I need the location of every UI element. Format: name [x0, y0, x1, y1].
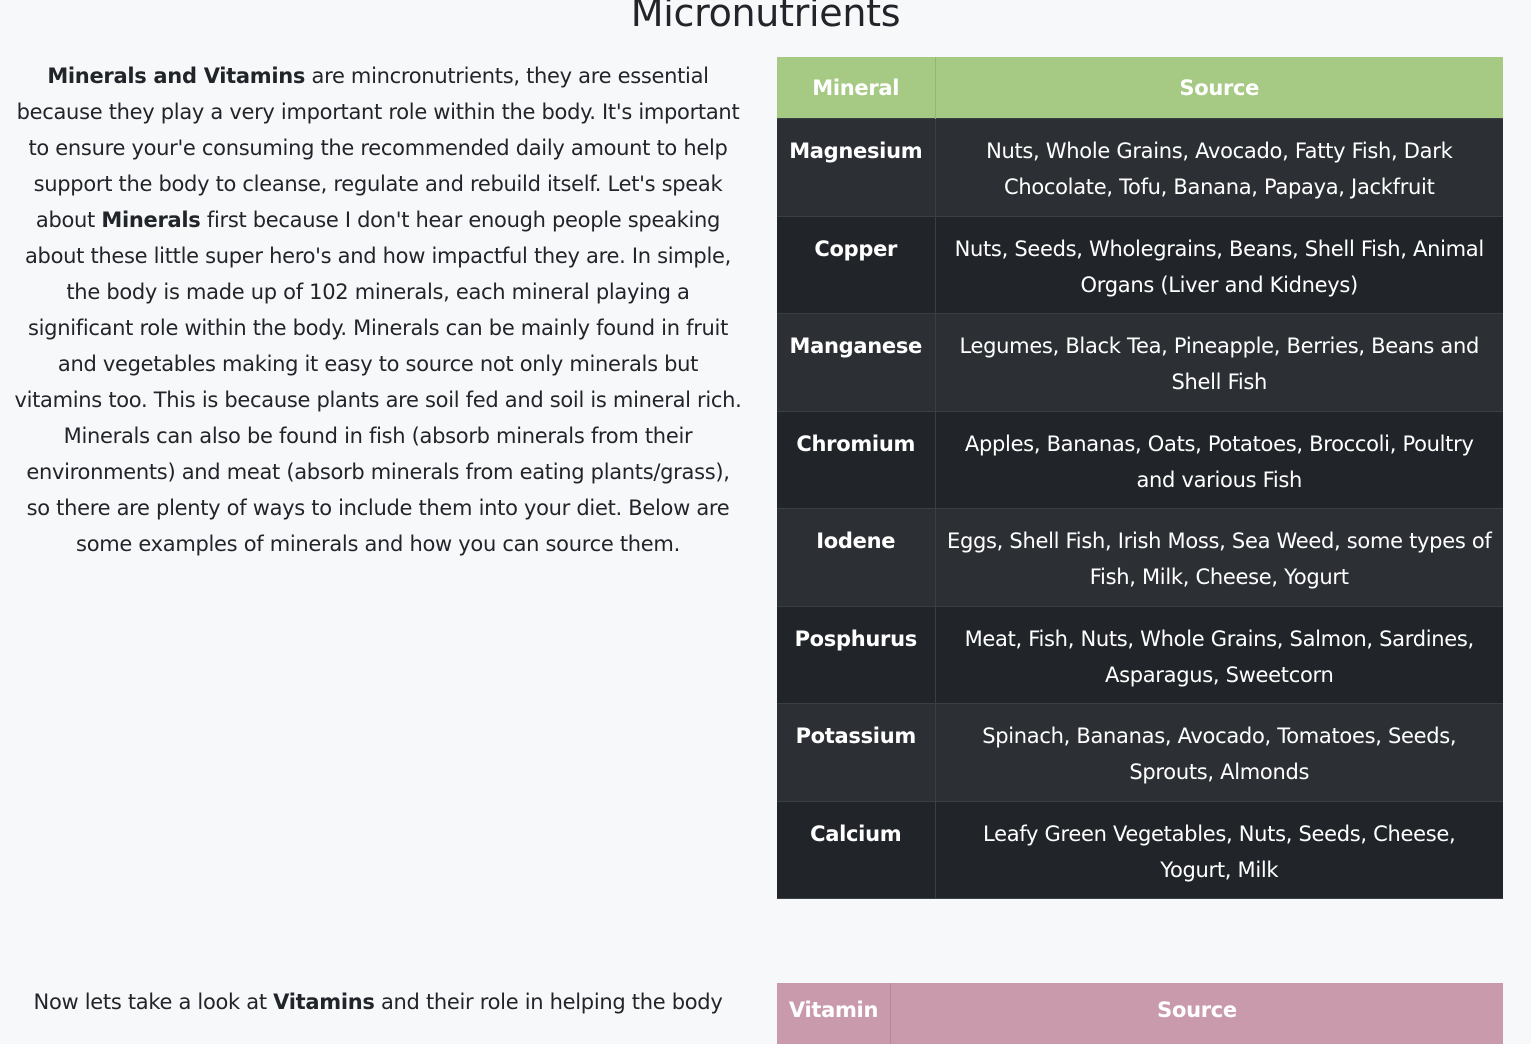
intro-text-part-2: first because I don't hear enough people…	[14, 208, 742, 556]
table-row: Calcium Leafy Green Vegetables, Nuts, Se…	[777, 800, 1503, 899]
mineral-source-cell: Eggs, Shell Fish, Irish Moss, Sea Weed, …	[935, 508, 1503, 606]
vitamins-table-header-row: Vitamin Source	[777, 983, 1503, 1044]
mineral-source-cell: Nuts, Whole Grains, Avocado, Fatty Fish,…	[935, 118, 1503, 216]
minerals-table: Mineral Source Magnesium Nuts, Whole Gra…	[777, 57, 1503, 899]
page-title: Micronutrients	[630, 0, 901, 35]
mineral-name-cell: Chromium	[777, 410, 936, 509]
minerals-table-header-row: Mineral Source	[777, 57, 1503, 119]
mineral-source-cell: Spinach, Bananas, Avocado, Tomatoes, See…	[935, 703, 1503, 801]
table-row: Manganese Legumes, Black Tea, Pineapple,…	[777, 313, 1503, 411]
source-column-header: Source	[935, 57, 1503, 119]
table-row: Iodene Eggs, Shell Fish, Irish Moss, Sea…	[777, 508, 1503, 606]
vitamin-source-column-header: Source	[1157, 998, 1237, 1022]
mineral-source-cell: Legumes, Black Tea, Pineapple, Berries, …	[935, 313, 1503, 411]
intro-text-part-1: are mincronutrients, they are essential …	[16, 64, 740, 232]
vitamin-column-header: Vitamin	[777, 983, 891, 1044]
table-row: Potassium Spinach, Bananas, Avocado, Tom…	[777, 703, 1503, 801]
minerals-and-vitamins-bold: Minerals and Vitamins	[47, 64, 306, 88]
mineral-source-cell: Meat, Fish, Nuts, Whole Grains, Salmon, …	[935, 605, 1503, 704]
mineral-name-cell: Iodene	[777, 508, 936, 606]
mineral-name-cell: Magnesium	[777, 118, 936, 216]
mineral-source-cell: Apples, Bananas, Oats, Potatoes, Broccol…	[935, 410, 1503, 509]
minerals-bold: Minerals	[101, 208, 201, 232]
mineral-source-cell: Nuts, Seeds, Wholegrains, Beans, Shell F…	[935, 215, 1503, 314]
table-row: Chromium Apples, Bananas, Oats, Potatoes…	[777, 410, 1503, 509]
mineral-name-cell: Posphurus	[777, 605, 936, 704]
table-row: Copper Nuts, Seeds, Wholegrains, Beans, …	[777, 215, 1503, 314]
minerals-intro-paragraph: Minerals and Vitamins are mincronutrient…	[14, 58, 742, 562]
mineral-name-cell: Manganese	[777, 313, 936, 411]
vitamins-intro-text-part-2: and their role in helping the body	[374, 990, 723, 1014]
vitamins-bold: Vitamins	[273, 990, 375, 1014]
table-row: Magnesium Nuts, Whole Grains, Avocado, F…	[777, 118, 1503, 216]
mineral-column-header: Mineral	[777, 57, 936, 119]
mineral-name-cell: Calcium	[777, 800, 936, 899]
table-row: Posphurus Meat, Fish, Nuts, Whole Grains…	[777, 605, 1503, 704]
mineral-name-cell: Potassium	[777, 703, 936, 801]
vitamins-intro-text-part-1: Now lets take a look at	[33, 990, 274, 1014]
mineral-source-cell: Leafy Green Vegetables, Nuts, Seeds, Che…	[935, 800, 1503, 899]
mineral-name-cell: Copper	[777, 215, 936, 314]
